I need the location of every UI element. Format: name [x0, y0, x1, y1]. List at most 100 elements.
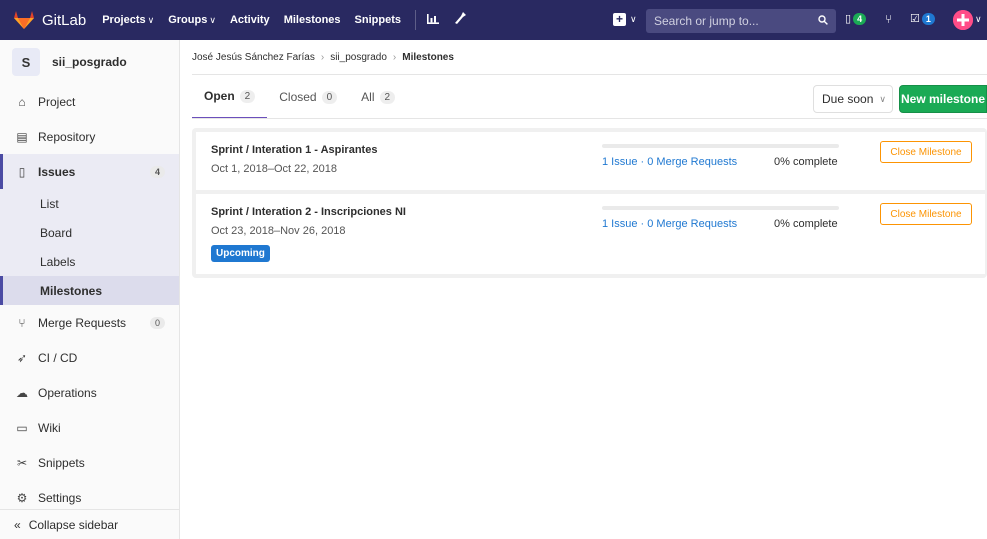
close-milestone-button[interactable]: Close Milestone — [880, 141, 972, 163]
double-chevron-left-icon: « — [14, 517, 21, 532]
breadcrumb-project[interactable]: sii_posgrado — [330, 52, 387, 63]
new-milestone-button[interactable]: New milestone — [899, 85, 987, 113]
sidebar-item-ci-cd[interactable]: ➶ CI / CD — [0, 340, 179, 375]
tab-count: 2 — [379, 90, 396, 104]
sidebar-project-header[interactable]: S sii_posgrado — [0, 40, 179, 84]
book-icon: ▭ — [16, 420, 28, 435]
project-avatar: S — [12, 48, 40, 76]
issues-nav-button[interactable]: ☑ 1 — [910, 12, 935, 25]
sidebar-item-snippets[interactable]: ✂ Snippets — [0, 445, 179, 480]
todo-icon: ▯ — [845, 13, 852, 25]
breadcrumb-separator-icon: › — [320, 52, 325, 63]
nav-divider — [415, 10, 416, 30]
close-milestone-button[interactable]: Close Milestone — [880, 203, 972, 225]
search-placeholder: Search or jump to... — [654, 14, 759, 28]
sidebar-subitem-milestones[interactable]: Milestones — [0, 276, 179, 305]
wrench-icon[interactable] — [454, 12, 466, 28]
divider — [192, 118, 987, 119]
todos-button[interactable]: ▯ 4 — [845, 12, 867, 25]
sidebar-item-label: CI / CD — [38, 350, 78, 365]
sidebar-subitem-list[interactable]: List — [0, 189, 179, 218]
nav-snippets[interactable]: Snippets — [355, 14, 401, 26]
nav-activity[interactable]: Activity — [230, 14, 270, 26]
scissors-icon: ✂ — [16, 455, 28, 470]
list-item: Sprint / Interation 2 - Inscripciones NI… — [196, 194, 985, 274]
issues-nav-icon: ☑ — [910, 13, 920, 25]
breadcrumb-separator-icon: › — [392, 52, 397, 63]
sort-selected: Due soon — [822, 92, 874, 106]
sidebar-subitem-board[interactable]: Board — [0, 218, 179, 247]
tab-label: Open — [204, 89, 235, 103]
todo-count-badge: 4 — [853, 12, 867, 25]
milestone-issues-link[interactable]: 1 Issue · 0 Merge Requests — [602, 218, 737, 230]
merge-requests-count: 0 — [149, 316, 165, 329]
tab-count: 0 — [321, 90, 338, 104]
tab-label: Closed — [279, 90, 317, 104]
milestone-percent: 0% complete — [774, 156, 838, 168]
issues-icon: ▯ — [18, 164, 26, 179]
upcoming-badge: Upcoming — [211, 245, 270, 262]
chevron-down-icon: ∨ — [147, 15, 155, 25]
milestone-title-link[interactable]: Sprint / Interation 2 - Inscripciones NI — [211, 206, 406, 218]
milestone-list: Sprint / Interation 1 - Aspirantes Oct 1… — [192, 128, 987, 278]
user-avatar[interactable] — [953, 10, 973, 30]
tab-count: 2 — [239, 89, 256, 103]
rocket-icon: ➶ — [16, 350, 28, 365]
breadcrumb-current[interactable]: Milestones — [402, 52, 454, 63]
collapse-sidebar-label: Collapse sidebar — [28, 517, 119, 532]
sidebar-item-merge-requests[interactable]: ⑂ Merge Requests 0 — [0, 305, 179, 340]
sidebar-item-label: Merge Requests — [38, 315, 127, 330]
issues-count: 4 — [149, 165, 165, 178]
issues-count-badge: 1 — [921, 12, 935, 25]
tab-closed[interactable]: Closed 0 — [267, 75, 349, 119]
chevron-down-icon[interactable]: ∨ — [975, 14, 982, 25]
sidebar-item-repository[interactable]: ▤ Repository — [0, 119, 179, 154]
house-icon: ⌂ — [18, 94, 26, 109]
list-item: Sprint / Interation 1 - Aspirantes Oct 1… — [196, 132, 985, 190]
sort-dropdown[interactable]: Due soon ∨ — [813, 85, 893, 113]
breadcrumb: José Jesús Sánchez Farías › sii_posgrado… — [192, 52, 454, 63]
milestone-progress-bar — [602, 206, 839, 210]
top-navbar: GitLab Projects ∨ Groups ∨ Activity Milest… — [0, 0, 987, 40]
breadcrumb-user[interactable]: José Jesús Sánchez Farías — [192, 52, 315, 63]
search-input[interactable]: Search or jump to... — [646, 9, 836, 33]
tab-open[interactable]: Open 2 — [192, 75, 268, 119]
project-name: sii_posgrado — [52, 55, 127, 69]
tanuki-icon — [14, 10, 34, 29]
merge-requests-nav-button[interactable]: ⑂ — [885, 12, 892, 26]
sidebar-item-label: Snippets — [38, 455, 85, 470]
chart-icon[interactable] — [426, 13, 440, 28]
sidebar-subitem-labels[interactable]: Labels — [0, 247, 179, 276]
search-icon — [818, 14, 828, 28]
sidebar-item-label: Project — [38, 94, 76, 109]
new-dropdown[interactable]: + ∨ — [613, 13, 637, 26]
sidebar-item-issues[interactable]: ▯ Issues 4 — [0, 154, 179, 189]
milestone-title-link[interactable]: Sprint / Interation 1 - Aspirantes — [211, 144, 377, 156]
nav-projects[interactable]: Projects ∨ — [102, 14, 154, 26]
logo-text: GitLab — [42, 11, 87, 29]
chevron-down-icon: ∨ — [630, 14, 637, 24]
milestone-dates: Oct 23, 2018–Nov 26, 2018 — [211, 225, 346, 237]
sidebar-item-label: Settings — [38, 490, 82, 505]
milestone-dates: Oct 1, 2018–Oct 22, 2018 — [211, 163, 337, 175]
sidebar-item-project[interactable]: ⌂ Project — [0, 84, 179, 119]
milestone-progress-bar — [602, 144, 839, 148]
chevron-down-icon: ∨ — [879, 93, 886, 104]
sidebar-item-label: Operations — [38, 385, 97, 400]
sidebar-item-operations[interactable]: ☁ Operations — [0, 375, 179, 410]
project-sidebar: S sii_posgrado ⌂ Project ▤ Repository ▯ … — [0, 40, 180, 539]
nav-milestones[interactable]: Milestones — [284, 14, 341, 26]
nav-groups[interactable]: Groups ∨ — [168, 14, 216, 26]
plus-icon: + — [613, 13, 626, 26]
milestone-issues-link[interactable]: 1 Issue · 0 Merge Requests — [602, 156, 737, 168]
sidebar-item-label: Repository — [38, 129, 96, 144]
milestone-percent: 0% complete — [774, 218, 838, 230]
gitlab-logo[interactable]: GitLab — [14, 10, 87, 30]
cloud-icon: ☁ — [16, 385, 28, 400]
collapse-sidebar-button[interactable]: « Collapse sidebar — [0, 509, 179, 539]
merge-icon: ⑂ — [18, 315, 26, 330]
chevron-down-icon: ∨ — [209, 15, 216, 25]
tab-all[interactable]: All 2 — [349, 75, 407, 119]
sidebar-item-wiki[interactable]: ▭ Wiki — [0, 410, 179, 445]
sidebar-item-label: Issues — [38, 164, 76, 179]
